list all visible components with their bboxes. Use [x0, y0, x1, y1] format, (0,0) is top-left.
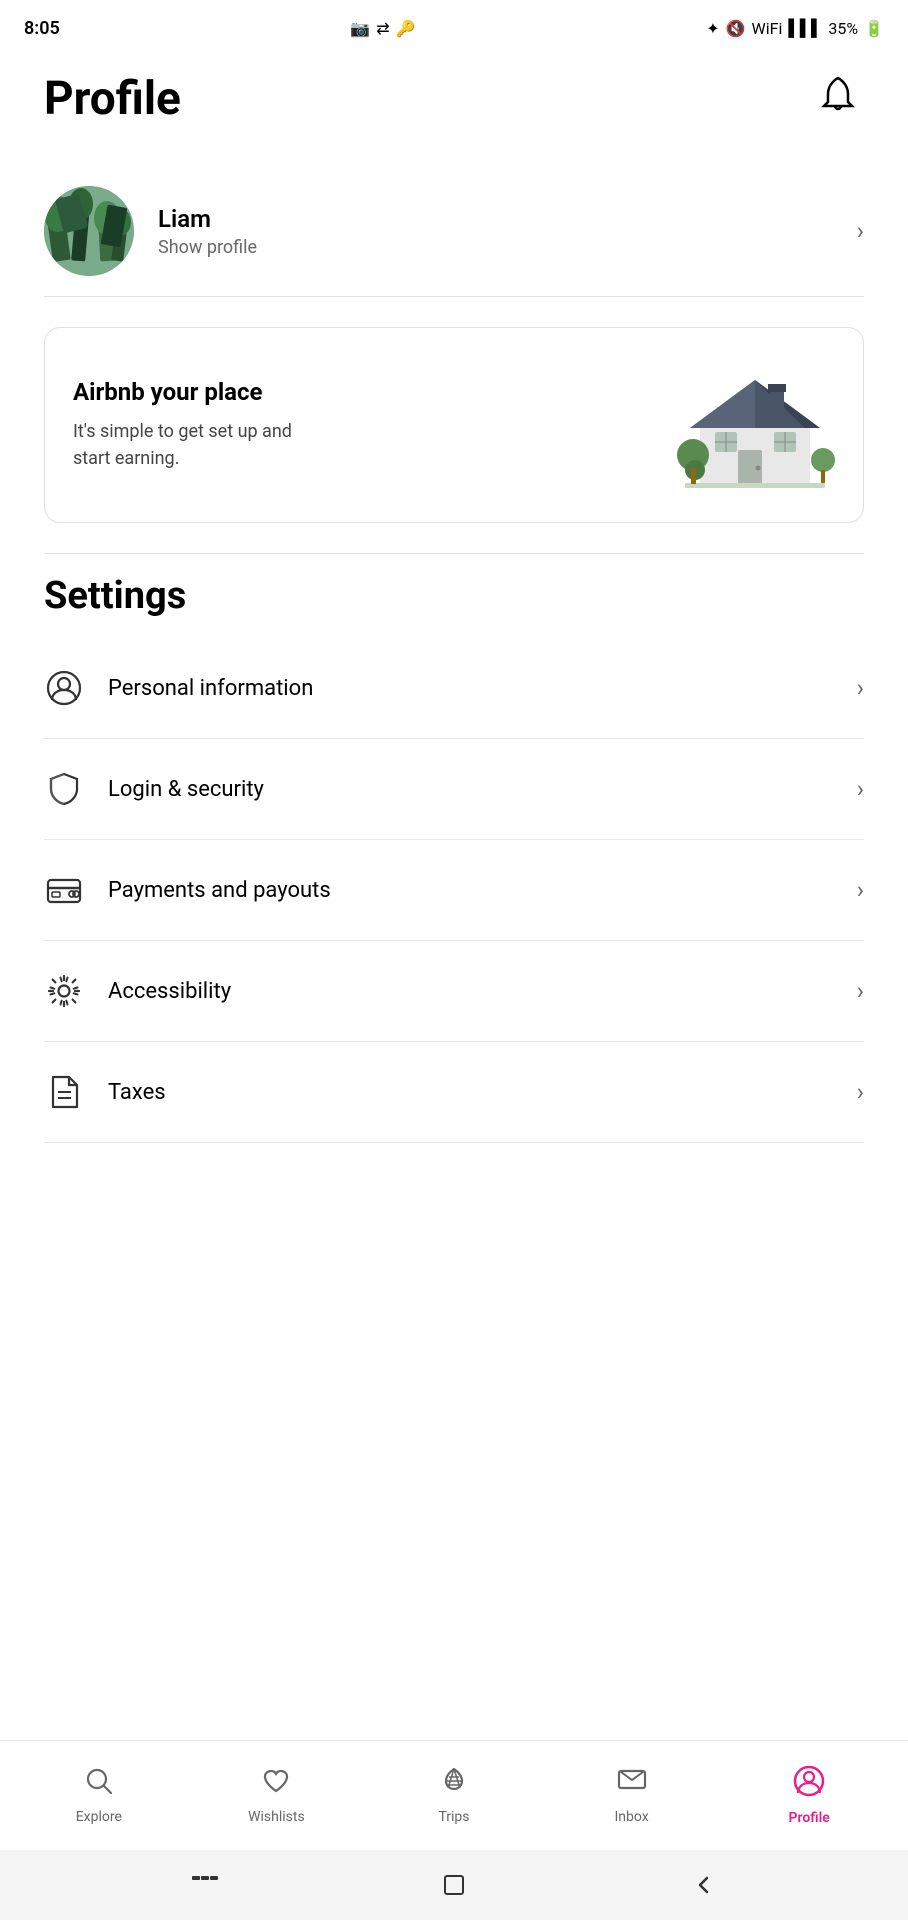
settings-item-personal[interactable]: Personal information › [44, 638, 864, 739]
settings-label-payments: Payments and payouts [108, 878, 331, 903]
wifi-icon: WiFi [752, 19, 783, 38]
airbnb-card-title: Airbnb your place [73, 378, 659, 406]
explore-label: Explore [76, 1809, 122, 1825]
camera-icon: 📷 [350, 19, 370, 38]
chevron-taxes: › [857, 1078, 864, 1106]
settings-label-taxes: Taxes [108, 1080, 166, 1105]
profile-subtext: Show profile [158, 237, 257, 258]
status-icons: 📷 ⇄ 🔑 [350, 19, 415, 38]
airbnb-card[interactable]: Airbnb your place It's simple to get set… [44, 327, 864, 523]
settings-item-left-login: Login & security [44, 769, 264, 809]
shield-icon [44, 769, 84, 809]
status-time: 8:05 [24, 18, 60, 39]
inbox-icon [617, 1766, 647, 1803]
chevron-personal: › [857, 674, 864, 702]
settings-section: Settings Personal information › [44, 574, 864, 1143]
profile-nav-label: Profile [789, 1810, 830, 1826]
wishlists-label: Wishlists [248, 1809, 305, 1825]
back-system-btn[interactable] [683, 1865, 723, 1905]
trips-label: Trips [438, 1809, 469, 1825]
profile-chevron: › [857, 217, 864, 245]
nav-item-profile[interactable]: Profile [720, 1755, 898, 1836]
profile-name: Liam [158, 205, 257, 233]
credit-card-icon [44, 870, 84, 910]
bell-icon [820, 76, 856, 122]
page-title: Profile [44, 72, 181, 126]
divider-1 [44, 296, 864, 297]
bluetooth-icon: ✦ [706, 19, 719, 38]
settings-title: Settings [44, 574, 864, 618]
settings-item-left-payments: Payments and payouts [44, 870, 331, 910]
inbox-label: Inbox [614, 1809, 648, 1825]
profile-row[interactable]: Liam Show profile › [44, 166, 864, 296]
chevron-accessibility: › [857, 977, 864, 1005]
nav-item-inbox[interactable]: Inbox [543, 1756, 721, 1835]
settings-item-payments[interactable]: Payments and payouts › [44, 840, 864, 941]
airbnb-card-text: Airbnb your place It's simple to get set… [73, 378, 659, 472]
airbnb-card-desc: It's simple to get set up andstart earni… [73, 418, 659, 472]
wishlists-icon [261, 1766, 291, 1803]
house-illustration [675, 360, 835, 490]
profile-info: Liam Show profile [158, 205, 257, 258]
chevron-login: › [857, 775, 864, 803]
settings-item-accessibility[interactable]: Accessibility › [44, 941, 864, 1042]
battery-level: 35% [828, 19, 858, 38]
mute-icon: 🔇 [726, 19, 746, 38]
chevron-payments: › [857, 876, 864, 904]
status-bar: 8:05 📷 ⇄ 🔑 ✦ 🔇 WiFi ▌▌▌ 35% 🔋 [0, 0, 908, 52]
page-header: Profile [44, 72, 864, 126]
menu-system-btn[interactable] [185, 1865, 225, 1905]
home-system-btn[interactable] [434, 1865, 474, 1905]
status-right: ✦ 🔇 WiFi ▌▌▌ 35% 🔋 [706, 18, 884, 38]
swap-icon: ⇄ [376, 19, 389, 38]
settings-item-left-accessibility: Accessibility [44, 971, 231, 1011]
settings-item-left-personal: Personal information [44, 668, 313, 708]
avatar-image [44, 186, 134, 276]
gear-icon [44, 971, 84, 1011]
settings-label-personal: Personal information [108, 676, 313, 701]
trips-icon [439, 1766, 469, 1803]
key-icon: 🔑 [396, 19, 416, 38]
signal-icon: ▌▌▌ [788, 18, 822, 38]
settings-item-left-taxes: Taxes [44, 1072, 166, 1112]
profile-row-left: Liam Show profile [44, 186, 257, 276]
nav-item-wishlists[interactable]: Wishlists [188, 1756, 366, 1835]
explore-icon [84, 1766, 114, 1803]
settings-item-taxes[interactable]: Taxes › [44, 1042, 864, 1143]
system-nav-bar [0, 1850, 908, 1920]
page-content: Profile [0, 52, 908, 1143]
person-circle-icon [44, 668, 84, 708]
settings-label-login: Login & security [108, 777, 264, 802]
settings-label-accessibility: Accessibility [108, 979, 231, 1004]
bottom-nav: Explore Wishlists Trips [0, 1740, 908, 1850]
nav-item-trips[interactable]: Trips [365, 1756, 543, 1835]
avatar [44, 186, 134, 276]
profile-nav-icon [793, 1765, 825, 1804]
battery-icon: 🔋 [864, 19, 884, 38]
notification-button[interactable] [812, 73, 864, 125]
settings-item-login[interactable]: Login & security › [44, 739, 864, 840]
nav-item-explore[interactable]: Explore [10, 1756, 188, 1835]
divider-2 [44, 553, 864, 554]
document-icon [44, 1072, 84, 1112]
